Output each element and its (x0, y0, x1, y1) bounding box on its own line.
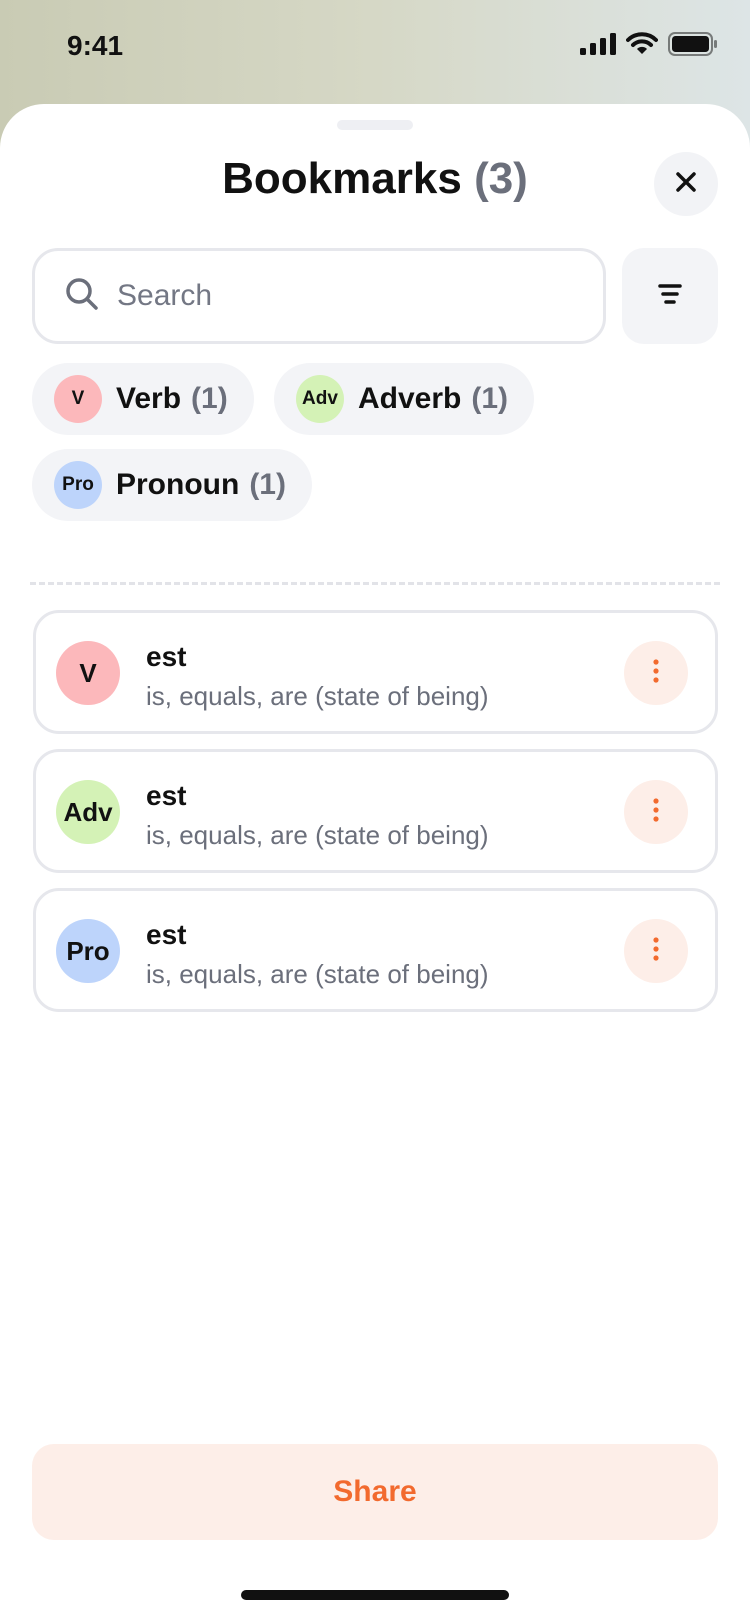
item-definition: is, equals, are (state of being) (146, 959, 489, 989)
signal-icon (580, 33, 616, 60)
item-definition: is, equals, are (state of being) (146, 681, 489, 711)
more-button[interactable] (624, 919, 688, 983)
close-button[interactable] (654, 152, 718, 216)
battery-icon (668, 32, 718, 61)
item-badge: Adv (56, 780, 120, 844)
status-bar: 9:41 (0, 0, 750, 100)
chip-pronoun[interactable]: Pro Pronoun (1) (32, 449, 312, 521)
item-definition: is, equals, are (state of being) (146, 820, 489, 850)
title-count: (3) (474, 154, 528, 203)
chip-count: (1) (191, 382, 228, 415)
search-icon (65, 277, 99, 316)
close-icon (675, 171, 697, 198)
more-vertical-icon (653, 797, 659, 827)
wifi-icon (626, 32, 658, 61)
more-button[interactable] (624, 641, 688, 705)
divider (30, 582, 720, 585)
bookmark-item[interactable]: Adv est is, equals, are (state of being) (33, 749, 718, 873)
bookmarks-sheet: Bookmarks (3) V Verb (1) Adv (0, 104, 750, 1624)
item-badge: V (56, 641, 120, 705)
filter-icon (658, 283, 682, 310)
share-button[interactable]: Share (32, 1444, 718, 1540)
chip-verb[interactable]: V Verb (1) (32, 363, 254, 435)
sheet-grabber[interactable] (337, 120, 413, 130)
more-button[interactable] (624, 780, 688, 844)
bookmark-item[interactable]: Pro est is, equals, are (state of being) (33, 888, 718, 1012)
search-input[interactable] (117, 279, 557, 313)
title-text: Bookmarks (222, 154, 462, 203)
chip-badge: Pro (54, 461, 102, 509)
item-badge: Pro (56, 919, 120, 983)
bookmark-item[interactable]: V est is, equals, are (state of being) (33, 610, 718, 734)
item-word: est (146, 919, 187, 950)
more-vertical-icon (653, 658, 659, 688)
item-word: est (146, 780, 187, 811)
page-title: Bookmarks (3) (0, 154, 750, 204)
chip-count: (1) (249, 468, 286, 501)
chip-adverb[interactable]: Adv Adverb (1) (274, 363, 535, 435)
filter-button[interactable] (622, 248, 718, 344)
search-field[interactable] (32, 248, 606, 344)
more-vertical-icon (653, 936, 659, 966)
status-icons (580, 32, 718, 61)
item-word: est (146, 641, 187, 672)
chip-badge: V (54, 375, 102, 423)
chip-count: (1) (471, 382, 509, 415)
home-indicator (241, 1590, 509, 1600)
chip-badge: Adv (296, 375, 344, 423)
status-time: 9:41 (67, 30, 124, 61)
chip-label: Verb (116, 382, 182, 415)
chip-label: Adverb (358, 382, 462, 415)
chip-label: Pronoun (116, 468, 240, 501)
